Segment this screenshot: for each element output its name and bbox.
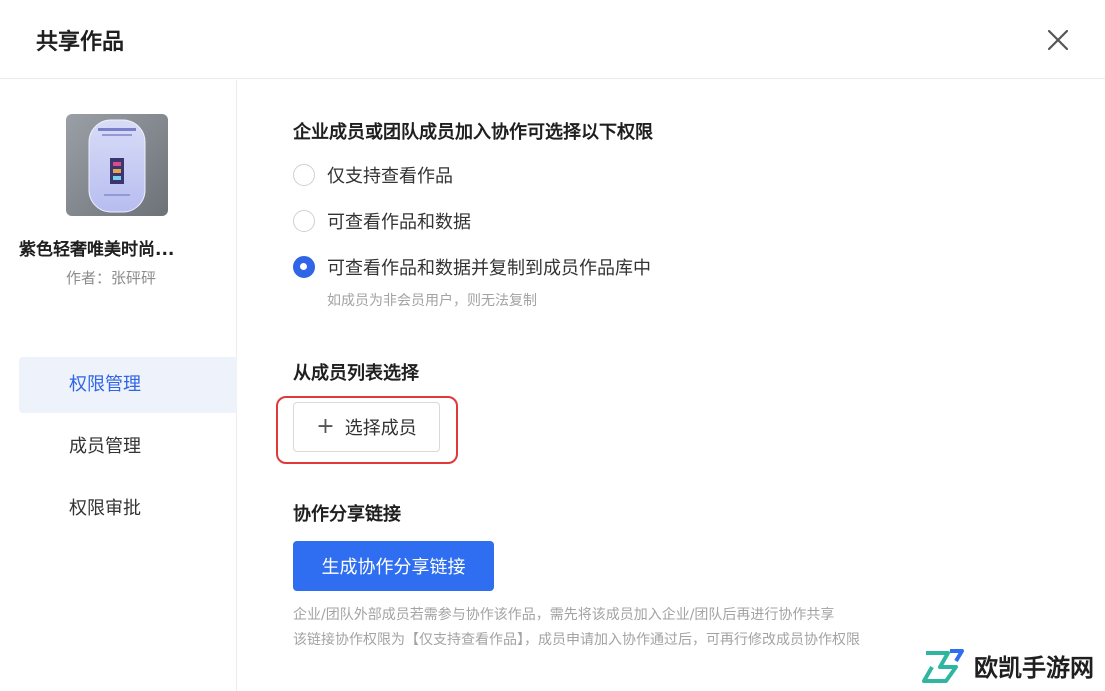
member-select-title: 从成员列表选择 — [293, 363, 419, 384]
sidebar-item-label: 权限审批 — [69, 498, 141, 519]
work-thumbnail — [66, 114, 168, 216]
work-author: 作者：张砰砰 — [66, 269, 157, 287]
dialog-title: 共享作品 — [36, 30, 125, 55]
radio-view-copy[interactable]: 可查看作品和数据并复制到成员作品库中 — [293, 255, 651, 279]
plus-icon: + — [316, 414, 335, 439]
generate-share-link-label: 生成协作分享链接 — [321, 557, 466, 578]
radio-label: 可查看作品和数据并复制到成员作品库中 — [327, 258, 651, 279]
sidebar-item-permission-approval[interactable]: 权限审批 — [19, 481, 237, 537]
dialog-header: 共享作品 — [0, 0, 1105, 79]
radio-circle[interactable] — [293, 164, 315, 186]
close-icon — [1047, 29, 1069, 51]
radio-label: 可查看作品和数据 — [327, 212, 471, 233]
sidebar: 紫色轻奢唯美时尚... 作者：张砰砰 权限管理 成员管理 权限审批 — [0, 80, 237, 691]
radio-circle-checked[interactable] — [293, 256, 315, 278]
sidebar-item-permission-management[interactable]: 权限管理 — [19, 357, 237, 413]
close-button[interactable] — [1040, 22, 1076, 58]
sidebar-item-label: 成员管理 — [69, 436, 141, 457]
radio-circle[interactable] — [293, 210, 315, 232]
generate-share-link-button[interactable]: 生成协作分享链接 — [293, 541, 494, 591]
permission-hint: 如成员为非会员用户，则无法复制 — [327, 293, 537, 309]
watermark-logo-icon — [922, 649, 964, 683]
select-member-button[interactable]: + 选择成员 — [293, 402, 440, 452]
radio-label: 仅支持查看作品 — [327, 166, 453, 187]
select-member-label: 选择成员 — [344, 418, 417, 439]
share-note-2: 该链接协作权限为【仅支持查看作品】，成员申请加入协作通过后，可再行修改成员协作权… — [293, 632, 860, 648]
radio-view-data[interactable]: 可查看作品和数据 — [293, 209, 471, 233]
watermark: 欧凯手游网 — [920, 640, 1104, 690]
share-note-1: 企业/团队外部成员若需参与协作该作品，需先将该成员加入企业/团队后再进行协作共享 — [293, 607, 835, 623]
sidebar-item-member-management[interactable]: 成员管理 — [19, 419, 237, 475]
work-title: 紫色轻奢唯美时尚... — [19, 240, 175, 260]
permissions-title: 企业成员或团队成员加入协作可选择以下权限 — [293, 122, 653, 143]
share-link-title: 协作分享链接 — [293, 504, 401, 525]
radio-view-only[interactable]: 仅支持查看作品 — [293, 163, 453, 187]
watermark-text: 欧凯手游网 — [974, 653, 1094, 682]
main-panel: 企业成员或团队成员加入协作可选择以下权限 仅支持查看作品 可查看作品和数据 可查… — [238, 80, 1105, 691]
sidebar-item-label: 权限管理 — [69, 374, 141, 395]
